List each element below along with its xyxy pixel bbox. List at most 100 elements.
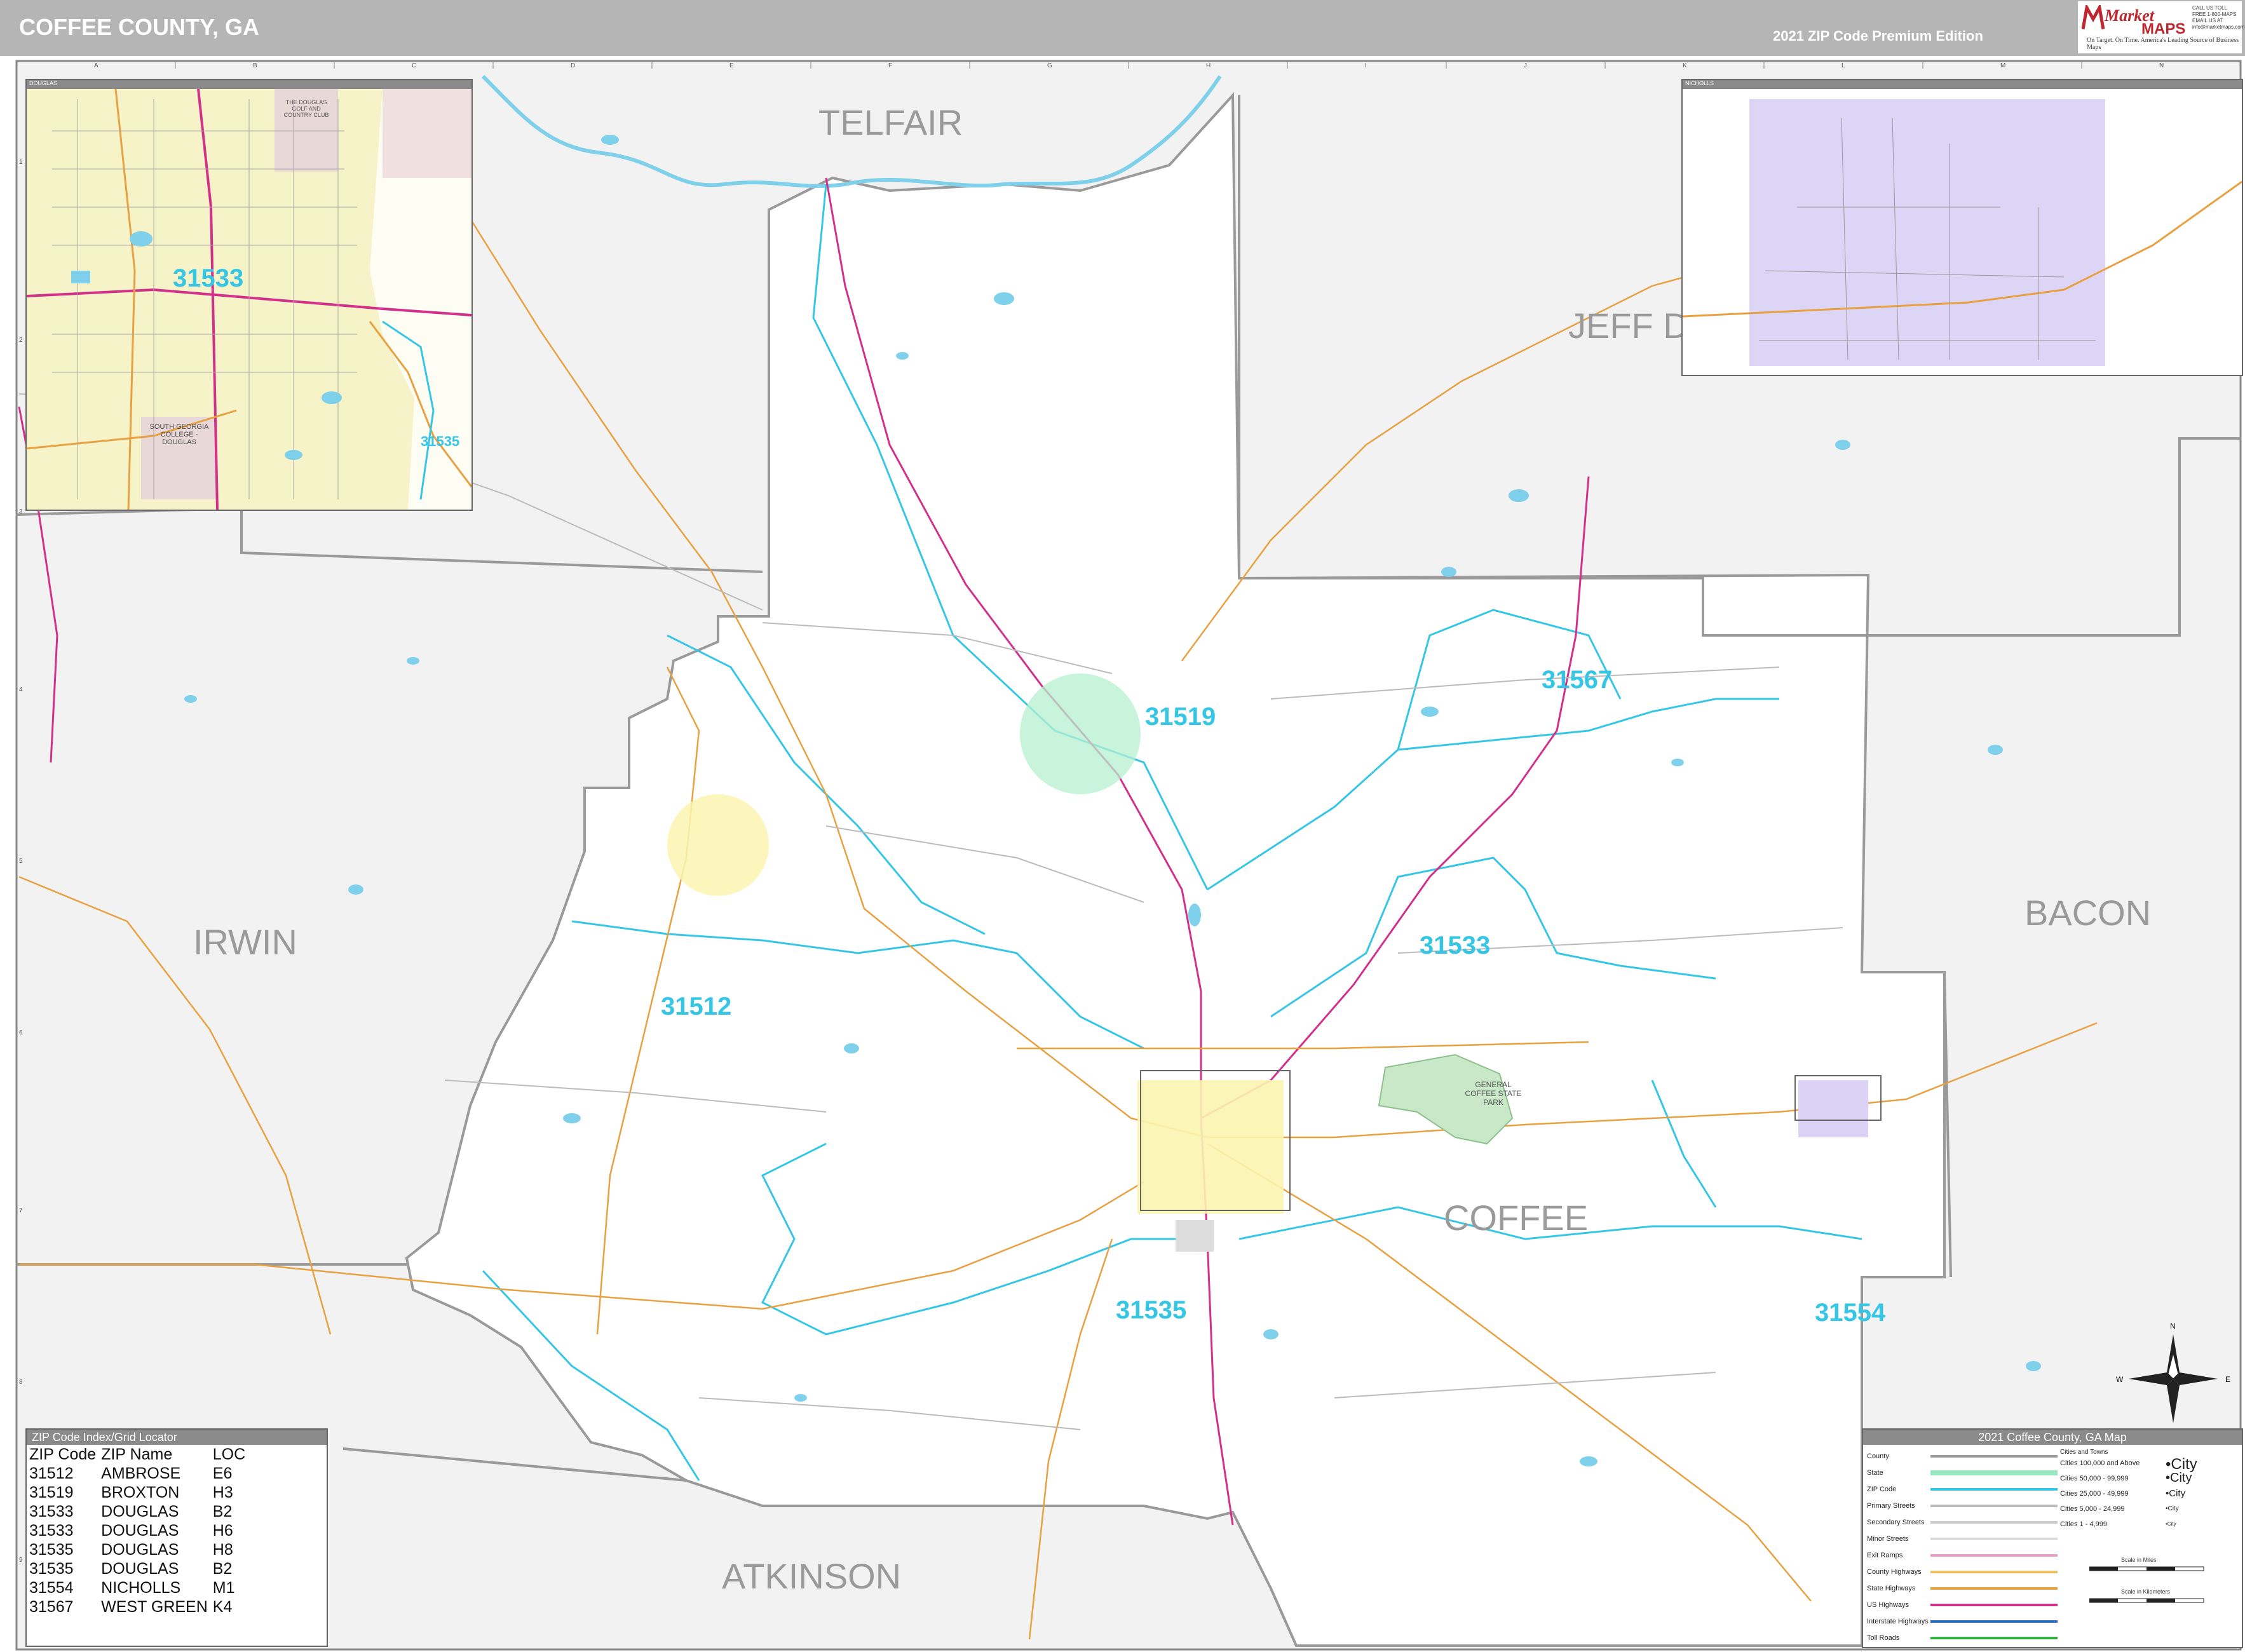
legend-item: Primary Streets [1867, 1498, 2058, 1515]
zip-index-header-row: ZIP Code ZIP Name LOC [29, 1445, 250, 1464]
grid-col-n: N [2159, 62, 2164, 69]
city-size-example: •City [2166, 1488, 2186, 1499]
legend-item: Minor Streets [1867, 1531, 2058, 1548]
grid-col-f: F [888, 62, 893, 69]
compass-rose-icon [2129, 1334, 2218, 1423]
scale-bar-km [2089, 1598, 2204, 1603]
city-size-label: Cities 25,000 - 49,999 [2060, 1490, 2129, 1498]
inset-douglas-tab: DOUGLAS [29, 80, 58, 86]
legend-item: ZIP Code [1867, 1482, 2058, 1498]
table-row[interactable]: 31535 DOUGLAS B2 [29, 1559, 250, 1578]
nicholls-inset-map[interactable]: NICHOLLS [1681, 79, 2243, 376]
legend-item: County Highways [1867, 1564, 2058, 1581]
legend-item-label: County [1867, 1452, 1889, 1460]
table-row[interactable]: 31533 DOUGLAS H6 [29, 1521, 250, 1540]
legend-item: State [1867, 1465, 2058, 1482]
grid-col-l: L [1841, 62, 1845, 69]
legend-swatch [1930, 1455, 2058, 1458]
compass-e: E [2225, 1375, 2231, 1384]
legend-item-label: County Highways [1867, 1568, 1922, 1576]
legend-swatch [1930, 1538, 2058, 1540]
zip-label-31567[interactable]: 31567 [1542, 666, 1612, 694]
legend-item: County [1867, 1449, 2058, 1465]
legend-item-label: ZIP Code [1867, 1486, 1897, 1493]
legend-item: Interstate Highways [1867, 1614, 2058, 1630]
table-row[interactable]: 31519 BROXTON H3 [29, 1483, 250, 1502]
compass-n: N [2170, 1322, 2176, 1330]
legend-item-label: Exit Ramps [1867, 1552, 1903, 1559]
city-size-label: Cities 5,000 - 24,999 [2060, 1505, 2125, 1513]
legend-swatch [1930, 1637, 2058, 1639]
grid-row-7: 7 [19, 1207, 23, 1214]
legend-item-label: Minor Streets [1867, 1535, 1909, 1543]
ambrose-city-area [667, 794, 769, 896]
zip-name-cell: BROXTON [101, 1484, 180, 1501]
grid-row-2: 2 [19, 337, 23, 344]
nicholls-inset-canvas [1683, 80, 2242, 375]
city-size-example: •City [2166, 1521, 2176, 1527]
zip-cell: 31533 [29, 1522, 74, 1540]
scale-miles-label: Scale in Miles [2121, 1557, 2157, 1563]
scale-km-label: Scale in Kilometers [2121, 1588, 2171, 1595]
inset-zip-label-31535[interactable]: 31535 [421, 433, 459, 450]
zip-index-table: ZIP Code ZIP Name LOC 31512 AMBROSE E6 3… [29, 1445, 250, 1616]
zip-label-31519[interactable]: 31519 [1145, 703, 1216, 731]
cities-head: Cities and Towns [2060, 1449, 2108, 1456]
loc-cell: E6 [212, 1465, 233, 1482]
zip-name-cell: DOUGLAS [101, 1541, 179, 1559]
zip-name-cell: DOUGLAS [101, 1560, 179, 1578]
grid-row-5: 5 [19, 858, 23, 865]
zip-label-31554[interactable]: 31554 [1815, 1299, 1885, 1327]
zip-cell: 31533 [29, 1503, 74, 1520]
table-row[interactable]: 31567 WEST GREEN K4 [29, 1597, 250, 1616]
table-row[interactable]: 31535 DOUGLAS H8 [29, 1540, 250, 1559]
zip-label-31512[interactable]: 31512 [661, 992, 731, 1021]
table-row[interactable]: 31533 DOUGLAS B2 [29, 1502, 250, 1521]
inset-nicholls-tab: NICHOLLS [1685, 80, 1714, 86]
city-size-label: Cities 100,000 and Above [2060, 1459, 2140, 1467]
legend-swatch [1930, 1620, 2058, 1623]
legend-item: Exit Ramps [1867, 1548, 2058, 1564]
legend-item-label: Interstate Highways [1867, 1618, 1929, 1625]
zip-cell: 31554 [29, 1579, 74, 1597]
legend-swatch [1930, 1521, 2058, 1524]
douglas-city-area [1137, 1080, 1284, 1214]
inset-golf-label: THE DOUGLAS GOLF AND COUNTRY CLUB [283, 99, 329, 118]
grid-col-h: H [1206, 62, 1211, 69]
grid-col-g: G [1047, 62, 1052, 69]
legend-city-row: Cities 25,000 - 49,999 •City [2058, 1486, 2239, 1501]
table-row[interactable]: 31512 AMBROSE E6 [29, 1464, 250, 1483]
col-zip-name: ZIP Name [101, 1446, 173, 1463]
table-row[interactable]: 31554 NICHOLLS M1 [29, 1578, 250, 1597]
city-size-label: Cities 1 - 4,999 [2060, 1520, 2107, 1528]
legend-city-row: Cities 50,000 - 99,999 •City [2058, 1471, 2239, 1486]
legend-item: Toll Roads [1867, 1630, 2058, 1647]
city-size-example: •City [2166, 1505, 2179, 1512]
legend-swatch [1930, 1587, 2058, 1590]
county-label-irwin: IRWIN [193, 922, 297, 962]
compass-w: W [2116, 1375, 2124, 1384]
park-label: GENERAL COFFEE STATE PARK [1465, 1080, 1522, 1107]
inset-zip-label-31533[interactable]: 31533 [173, 264, 243, 293]
legend-city-row: Cities 100,000 and Above •City [2058, 1456, 2239, 1473]
broxton-city-area [1020, 674, 1141, 794]
legend-swatch [1930, 1470, 2058, 1475]
legend-item: US Highways [1867, 1597, 2058, 1614]
zip-label-31535[interactable]: 31535 [1116, 1296, 1186, 1325]
loc-cell: H3 [212, 1484, 233, 1501]
zip-code-index: ZIP Code Index/Grid Locator ZIP Code ZIP… [25, 1428, 328, 1647]
grid-row-4: 4 [19, 686, 23, 693]
scale-bar-miles [2089, 1566, 2204, 1571]
legend-item-label: State [1867, 1469, 1883, 1477]
zip-label-31533[interactable]: 31533 [1420, 931, 1490, 960]
loc-cell: H6 [212, 1522, 233, 1540]
nicholls-city-area [1798, 1080, 1868, 1137]
legend-line-types: County State ZIP Code Primary Streets Se… [1867, 1449, 2058, 1647]
legend-swatch [1930, 1488, 2058, 1491]
douglas-inset-map[interactable]: 31533 31535 THE DOUGLAS GOLF AND COUNTRY… [25, 79, 473, 511]
map-legend: 2021 Coffee County, GA Map County State … [1862, 1428, 2243, 1648]
loc-cell: B2 [212, 1560, 233, 1578]
grid-col-m: M [2000, 62, 2006, 69]
zip-index-title: ZIP Code Index/Grid Locator [27, 1430, 327, 1445]
legend-item: State Highways [1867, 1581, 2058, 1597]
